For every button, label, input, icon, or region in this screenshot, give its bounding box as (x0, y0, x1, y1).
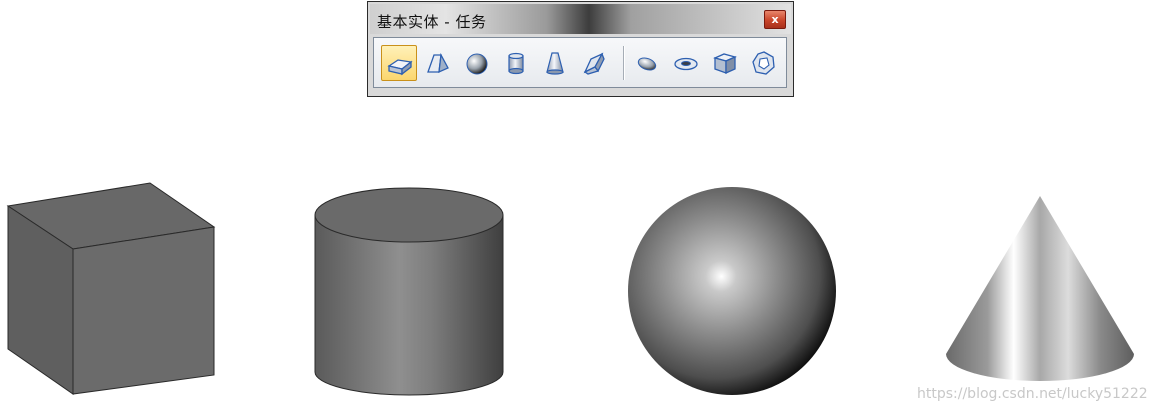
pyramid-button[interactable] (576, 45, 612, 81)
solids-toolbar (373, 37, 787, 88)
pyramid-icon (583, 52, 605, 75)
polyhedron-button[interactable] (746, 45, 782, 81)
cone-solid (946, 196, 1134, 381)
sphere-button[interactable] (459, 45, 495, 81)
ellipsoid-button[interactable] (629, 45, 665, 81)
torus-button[interactable] (668, 45, 704, 81)
watermark-url: https://blog.csdn.net/lucky51222 (917, 386, 1148, 402)
box-icon (387, 59, 413, 76)
sphere-icon (466, 53, 488, 75)
torus-icon (674, 57, 698, 71)
cube-button[interactable] (707, 45, 743, 81)
toolbar-title: 基本实体 - 任务 (377, 13, 487, 31)
wedge-button[interactable] (420, 45, 456, 81)
cylinder-icon (508, 52, 524, 75)
cube-solid (6, 182, 216, 395)
solids-toolbar-window: 基本实体 - 任务 x (367, 1, 794, 97)
toolbar-title-bar[interactable]: 基本实体 - 任务 x (370, 4, 791, 34)
polyhedron-icon (752, 51, 775, 75)
cone-button[interactable] (537, 45, 573, 81)
close-button[interactable]: x (764, 10, 786, 29)
ellipsoid-icon (637, 57, 657, 71)
cube-icon (713, 53, 737, 75)
cylinder-button[interactable] (498, 45, 534, 81)
box-button[interactable] (381, 45, 417, 81)
wedge-icon (427, 52, 449, 74)
cone-icon (546, 52, 564, 75)
cylinder-solid (314, 187, 504, 396)
toolbar-separator (623, 46, 624, 80)
sphere-solid (628, 187, 836, 395)
